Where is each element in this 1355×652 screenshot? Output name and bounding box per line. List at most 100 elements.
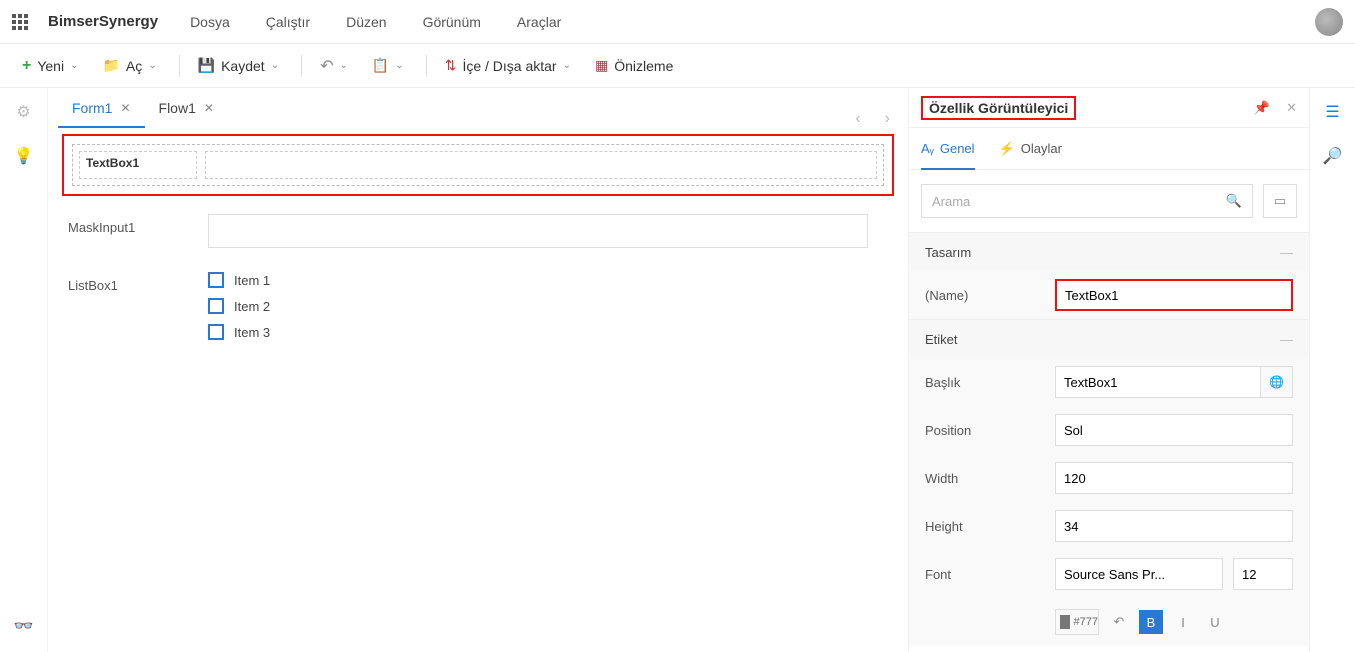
menu-run[interactable]: Çalıştır (266, 14, 310, 30)
tab-label: Olaylar (1021, 141, 1062, 156)
next-tab-icon[interactable]: › (885, 110, 890, 128)
import-export-button[interactable]: İçe / Dışa aktar⌄ (435, 50, 581, 82)
search-tree-icon[interactable]: 🔎 (1323, 146, 1343, 166)
tab-nav-arrows: ‹ › (855, 110, 890, 128)
plus-icon (22, 57, 37, 75)
properties-header: Özellik Görüntüleyici 📌 ✕ (909, 88, 1309, 128)
tab-flow1[interactable]: Flow1 ✕ (145, 88, 228, 128)
settings-sliders-icon[interactable]: ⚙ (16, 102, 30, 122)
prop-row-font: Font (909, 550, 1309, 598)
close-icon[interactable]: ✕ (204, 101, 214, 115)
textbox1-label: TextBox1 (79, 151, 197, 179)
section-header[interactable]: Tasarım — (909, 233, 1309, 271)
italic-button[interactable]: I (1171, 610, 1195, 634)
glasses-icon[interactable]: 👓 (14, 616, 34, 636)
form-canvas[interactable]: TextBox1 MaskInput1 ListBox1 Item 1 Item… (48, 128, 908, 652)
prop-row-font-style: #777 ↶ B I U (909, 598, 1309, 646)
section-label: Etiket — Başlık 🌐 Position Width (909, 319, 1309, 646)
properties-panel: Özellik Görüntüleyici 📌 ✕ Aᵧ Genel ⚡Olayl… (909, 88, 1309, 652)
font-size-field[interactable] (1233, 558, 1293, 590)
chevron-down-icon: ⌄ (148, 60, 156, 71)
left-rail: ⚙ 💡 👓 (0, 88, 48, 652)
form-row-maskinput1: MaskInput1 (62, 214, 894, 248)
listbox-item[interactable]: Item 1 (208, 272, 894, 288)
color-swatch (1060, 615, 1070, 629)
form-row-listbox1: ListBox1 Item 1 Item 2 Item 3 (62, 272, 894, 350)
separator (179, 55, 180, 77)
preview-label: Önizleme (614, 58, 673, 74)
maskinput1-field[interactable] (208, 214, 868, 248)
color-hex-label: #777 (1074, 616, 1098, 628)
tab-label: Form1 (72, 100, 112, 116)
properties-tabs: Aᵧ Genel ⚡Olaylar (909, 128, 1309, 170)
undo-color-icon[interactable]: ↶ (1107, 610, 1131, 634)
collapse-icon[interactable]: — (1280, 332, 1293, 347)
checkbox-icon[interactable] (208, 324, 224, 340)
properties-search-row: Arama 🔍 ▭ (909, 170, 1309, 232)
prop-label: Position (925, 423, 1055, 438)
bold-button[interactable]: B (1139, 610, 1163, 634)
tab-events[interactable]: ⚡Olaylar (999, 128, 1062, 170)
textbox1-field[interactable] (205, 151, 877, 179)
menu-file[interactable]: Dosya (190, 14, 230, 30)
tab-form1[interactable]: Form1 ✕ (58, 88, 145, 128)
search-placeholder: Arama (932, 194, 970, 209)
close-icon[interactable]: ✕ (120, 101, 130, 115)
editor-tabs: Form1 ✕ Flow1 ✕ ‹ › (48, 88, 908, 128)
menu-tools[interactable]: Araçlar (517, 14, 561, 30)
section-header[interactable]: Etiket — (909, 320, 1309, 358)
preview-icon (595, 57, 614, 74)
name-field[interactable] (1055, 279, 1293, 311)
width-field[interactable] (1055, 462, 1293, 494)
menubar: BimserSynergy Dosya Çalıştır Düzen Görün… (0, 0, 1355, 44)
pin-icon[interactable]: 📌 (1254, 100, 1270, 116)
main: ⚙ 💡 👓 Form1 ✕ Flow1 ✕ ‹ › Te (0, 88, 1355, 652)
font-family-field[interactable] (1055, 558, 1223, 590)
tab-label: Genel (940, 141, 975, 156)
general-icon: Aᵧ (921, 141, 934, 156)
list-view-icon[interactable]: ☰ (1325, 102, 1339, 122)
collapse-all-button[interactable]: ▭ (1263, 184, 1297, 218)
menu-edit[interactable]: Düzen (346, 14, 386, 30)
chevron-down-icon: ⌄ (70, 60, 78, 71)
prop-row-name: (Name) (909, 271, 1309, 319)
prop-row-width: Width (909, 454, 1309, 502)
listbox-item[interactable]: Item 2 (208, 298, 894, 314)
preview-button[interactable]: Önizleme (585, 50, 683, 82)
checkbox-icon[interactable] (208, 272, 224, 288)
color-chip[interactable]: #777 (1055, 609, 1099, 635)
menu-view[interactable]: Görünüm (423, 14, 481, 30)
new-button[interactable]: Yeni⌄ (12, 50, 88, 82)
height-field[interactable] (1055, 510, 1293, 542)
clipboard-button[interactable]: ⌄ (362, 50, 414, 82)
caption-field[interactable] (1055, 366, 1261, 398)
chevron-down-icon: ⌄ (563, 60, 571, 71)
avatar[interactable] (1315, 8, 1343, 36)
apps-launcher-icon[interactable] (12, 14, 28, 30)
position-field[interactable] (1055, 414, 1293, 446)
chevron-down-icon: ⌄ (395, 60, 403, 71)
listbox-item[interactable]: Item 3 (208, 324, 894, 340)
search-input[interactable]: Arama 🔍 (921, 184, 1253, 218)
open-button[interactable]: Aç⌄ (92, 50, 166, 82)
listbox-item-label: Item 3 (234, 325, 270, 340)
prop-label: Height (925, 519, 1055, 534)
save-button[interactable]: Kaydet⌄ (188, 50, 289, 82)
toolbar: Yeni⌄ Aç⌄ Kaydet⌄ ⌄ ⌄ İçe / Dışa aktar⌄ … (0, 44, 1355, 88)
listbox1-items: Item 1 Item 2 Item 3 (208, 272, 894, 350)
localize-icon[interactable]: 🌐 (1261, 366, 1293, 398)
prop-row-height: Height (909, 502, 1309, 550)
prop-label: Width (925, 471, 1055, 486)
section-title: Tasarım (925, 245, 971, 260)
panel-title: Özellik Görüntüleyici (921, 96, 1076, 120)
undo-button[interactable]: ⌄ (310, 50, 358, 82)
checkbox-icon[interactable] (208, 298, 224, 314)
form-row-textbox1[interactable]: TextBox1 (72, 144, 884, 186)
close-icon[interactable]: ✕ (1286, 100, 1297, 116)
lightbulb-icon[interactable]: 💡 (14, 146, 34, 166)
tab-general[interactable]: Aᵧ Genel (921, 128, 975, 170)
selected-row-highlight: TextBox1 (62, 134, 894, 196)
collapse-icon[interactable]: — (1280, 245, 1293, 260)
underline-button[interactable]: U (1203, 610, 1227, 634)
prev-tab-icon[interactable]: ‹ (855, 110, 860, 128)
